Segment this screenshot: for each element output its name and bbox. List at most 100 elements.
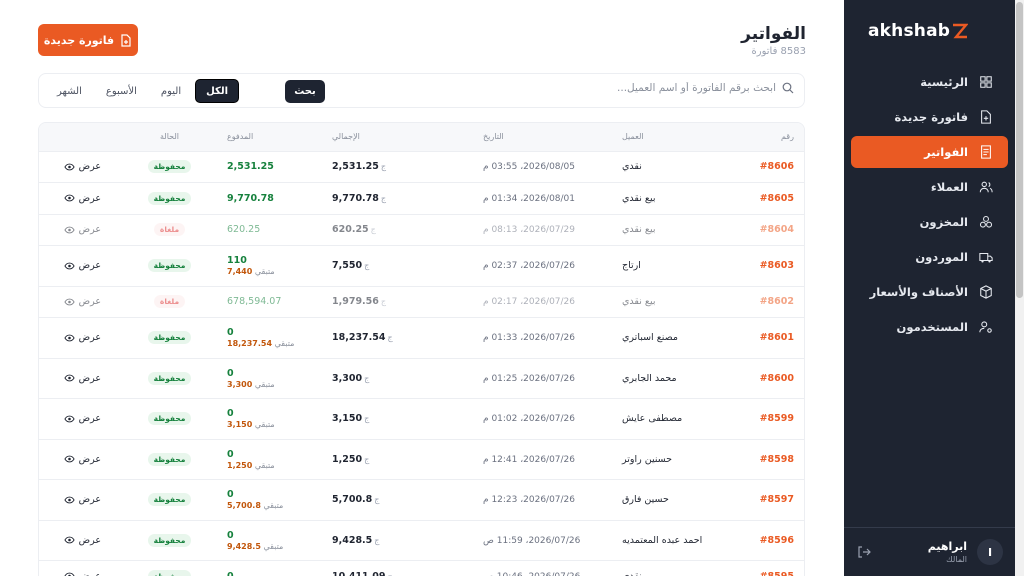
view-label: عرض xyxy=(78,453,101,465)
view-button[interactable]: عرض xyxy=(63,453,101,465)
invoice-number[interactable]: #8604 xyxy=(760,224,794,235)
remaining-info: متبقي 7,440 xyxy=(227,267,324,276)
table-row[interactable]: #8604 بيع نقدي 2026/07/29، 08:13 م ج620.25 6… xyxy=(39,214,804,246)
table-header: رقم العميل التاريخ الإجمالي المدفوع الحا… xyxy=(39,123,804,152)
sidebar-item-7[interactable]: المستخدمون xyxy=(851,311,1008,343)
invoice-number[interactable]: #8595 xyxy=(760,571,794,576)
search-button[interactable]: بحث xyxy=(285,80,325,103)
customer-name: مصنع اسباتري xyxy=(622,332,678,344)
invoice-total: 1,979.56 xyxy=(332,296,379,308)
remaining-amount: 3,300 xyxy=(227,379,253,389)
sidebar-item-6[interactable]: الأصناف والأسعار xyxy=(851,276,1008,308)
col-total[interactable]: الإجمالي xyxy=(324,123,451,152)
invoice-number[interactable]: #8606 xyxy=(760,161,794,172)
view-button[interactable]: عرض xyxy=(63,413,101,424)
table-row[interactable]: #8600 محمد الجابري 2026/07/26، 01:25 م ج3,3… xyxy=(39,358,804,399)
currency-label: ج xyxy=(380,297,387,307)
view-button[interactable]: عرض xyxy=(63,373,101,384)
table-row[interactable]: #8596 احمد عبده المعتمديه 2026/07/26، 11:5… xyxy=(39,520,804,561)
truck-icon xyxy=(978,249,994,265)
sidebar-item-5[interactable]: الموردون xyxy=(851,241,1008,273)
table-row[interactable]: #8606 نقدي 2026/08/05، 03:55 م ج2,531.25 2,5… xyxy=(39,151,804,183)
col-paid[interactable]: المدفوع xyxy=(214,123,324,152)
sidebar-item-4[interactable]: المخزون xyxy=(851,206,1008,238)
brand-z-icon xyxy=(953,23,969,39)
table-row[interactable]: #8605 بيع نقدي 2026/08/01، 01:34 م ج9,770.7… xyxy=(39,182,804,215)
currency-label: ج xyxy=(387,333,393,343)
page-scrollbar[interactable] xyxy=(1015,0,1024,576)
sidebar-item-0[interactable]: الرئيسية xyxy=(851,66,1008,98)
table-row[interactable]: #8602 بيع نقدي 2026/07/26، 02:17 م ج1,979.5… xyxy=(39,286,804,318)
invoice-total: 5,700.8 xyxy=(332,494,373,506)
view-button[interactable]: عرض xyxy=(63,332,101,344)
view-label: عرض xyxy=(78,296,101,308)
eye-icon xyxy=(64,572,75,576)
invoice-number[interactable]: #8599 xyxy=(760,413,794,424)
invoice-number[interactable]: #8597 xyxy=(760,494,794,505)
table-row[interactable]: #8601 مصنع اسباتري 2026/07/26، 01:33 م ج18,… xyxy=(39,317,804,359)
invoice-number[interactable]: #8598 xyxy=(760,454,794,465)
eye-icon xyxy=(63,163,75,171)
remaining-label: متبقي xyxy=(254,460,275,470)
invoice-number[interactable]: #8596 xyxy=(760,535,794,546)
table-row[interactable]: #8603 ارتاج 2026/07/26، 02:37 م ج7,550 110 مت… xyxy=(39,245,804,287)
paid-amount: 0 xyxy=(227,571,234,576)
tab-3[interactable]: الشهر xyxy=(47,79,92,103)
customer-name: حسين فارق xyxy=(622,494,669,506)
view-button[interactable]: عرض xyxy=(63,193,101,204)
sidebar-item-label: فاتورة جديدة xyxy=(894,110,968,124)
col-date[interactable]: التاريخ xyxy=(451,123,604,152)
invoice-number[interactable]: #8601 xyxy=(760,332,794,343)
table-row[interactable]: #8595 نقدي 2026/07/26، 10:46 ص ج10,411.09 0 م… xyxy=(39,560,804,576)
sidebar-item-3[interactable]: العملاء xyxy=(851,171,1008,203)
tab-1[interactable]: اليوم xyxy=(151,79,191,103)
invoice-count: 8583 فاتورة xyxy=(751,46,806,57)
col-customer[interactable]: العميل xyxy=(604,123,724,152)
currency-label: ج xyxy=(364,414,370,424)
table-row[interactable]: #8598 حسنين راوتر 2026/07/26، 12:41 م ج1,25… xyxy=(39,439,804,480)
view-button[interactable]: عرض xyxy=(63,535,101,546)
view-button[interactable]: عرض xyxy=(63,494,101,505)
logo[interactable]: akhshab xyxy=(868,21,969,41)
invoice-number[interactable]: #8602 xyxy=(760,296,794,307)
currency-label: ج xyxy=(380,162,387,172)
status-badge: محفوظة xyxy=(147,412,192,426)
customer-name: مصطفى عايش xyxy=(622,413,683,425)
table-row[interactable]: #8597 حسين فارق 2026/07/26، 12:23 م ج5,700.… xyxy=(39,479,804,521)
search-input[interactable] xyxy=(606,82,776,94)
search-icon xyxy=(782,82,794,94)
new-invoice-button[interactable]: فاتورة جديدة xyxy=(38,24,138,56)
view-button[interactable]: عرض xyxy=(63,296,101,308)
paid-amount: 620.25 xyxy=(227,224,261,236)
sidebar-item-2[interactable]: الفواتير xyxy=(851,136,1008,168)
view-button[interactable]: عرض xyxy=(63,224,101,235)
status-badge: ملغاة xyxy=(153,295,186,309)
view-button[interactable]: عرض xyxy=(63,260,101,271)
scrollbar-thumb[interactable] xyxy=(1016,2,1023,298)
currency-label: ج xyxy=(374,535,380,545)
logout-icon[interactable] xyxy=(856,544,872,560)
table-row[interactable]: #8599 مصطفى عايش 2026/07/26، 01:02 م ج3,150… xyxy=(39,398,804,440)
status-badge: محفوظة xyxy=(147,569,192,576)
currency-label: ج xyxy=(364,373,370,383)
currency-label: ج xyxy=(380,193,387,203)
view-button[interactable]: عرض xyxy=(64,571,101,576)
remaining-label: متبقي xyxy=(274,339,295,349)
invoice-number[interactable]: #8600 xyxy=(760,373,794,384)
remaining-info: متبقي 3,150 xyxy=(227,420,324,429)
view-label: عرض xyxy=(78,332,101,344)
tab-0[interactable]: الكل xyxy=(195,79,240,103)
customer-name: ارتاج xyxy=(622,260,641,272)
sidebar-item-1[interactable]: فاتورة جديدة xyxy=(851,101,1008,133)
invoice-number[interactable]: #8603 xyxy=(760,260,794,271)
col-status[interactable]: الحالة xyxy=(111,123,214,152)
invoice-number[interactable]: #8605 xyxy=(760,193,794,204)
avatar[interactable]: I xyxy=(977,539,1003,565)
search-box xyxy=(606,82,794,94)
status-badge: محفوظة xyxy=(147,371,192,385)
remaining-label: متبقي xyxy=(263,501,284,511)
view-button[interactable]: عرض xyxy=(63,161,101,172)
tab-2[interactable]: الأسبوع xyxy=(96,79,147,103)
status-badge: محفوظة xyxy=(147,191,192,205)
col-num[interactable]: رقم xyxy=(724,123,804,152)
